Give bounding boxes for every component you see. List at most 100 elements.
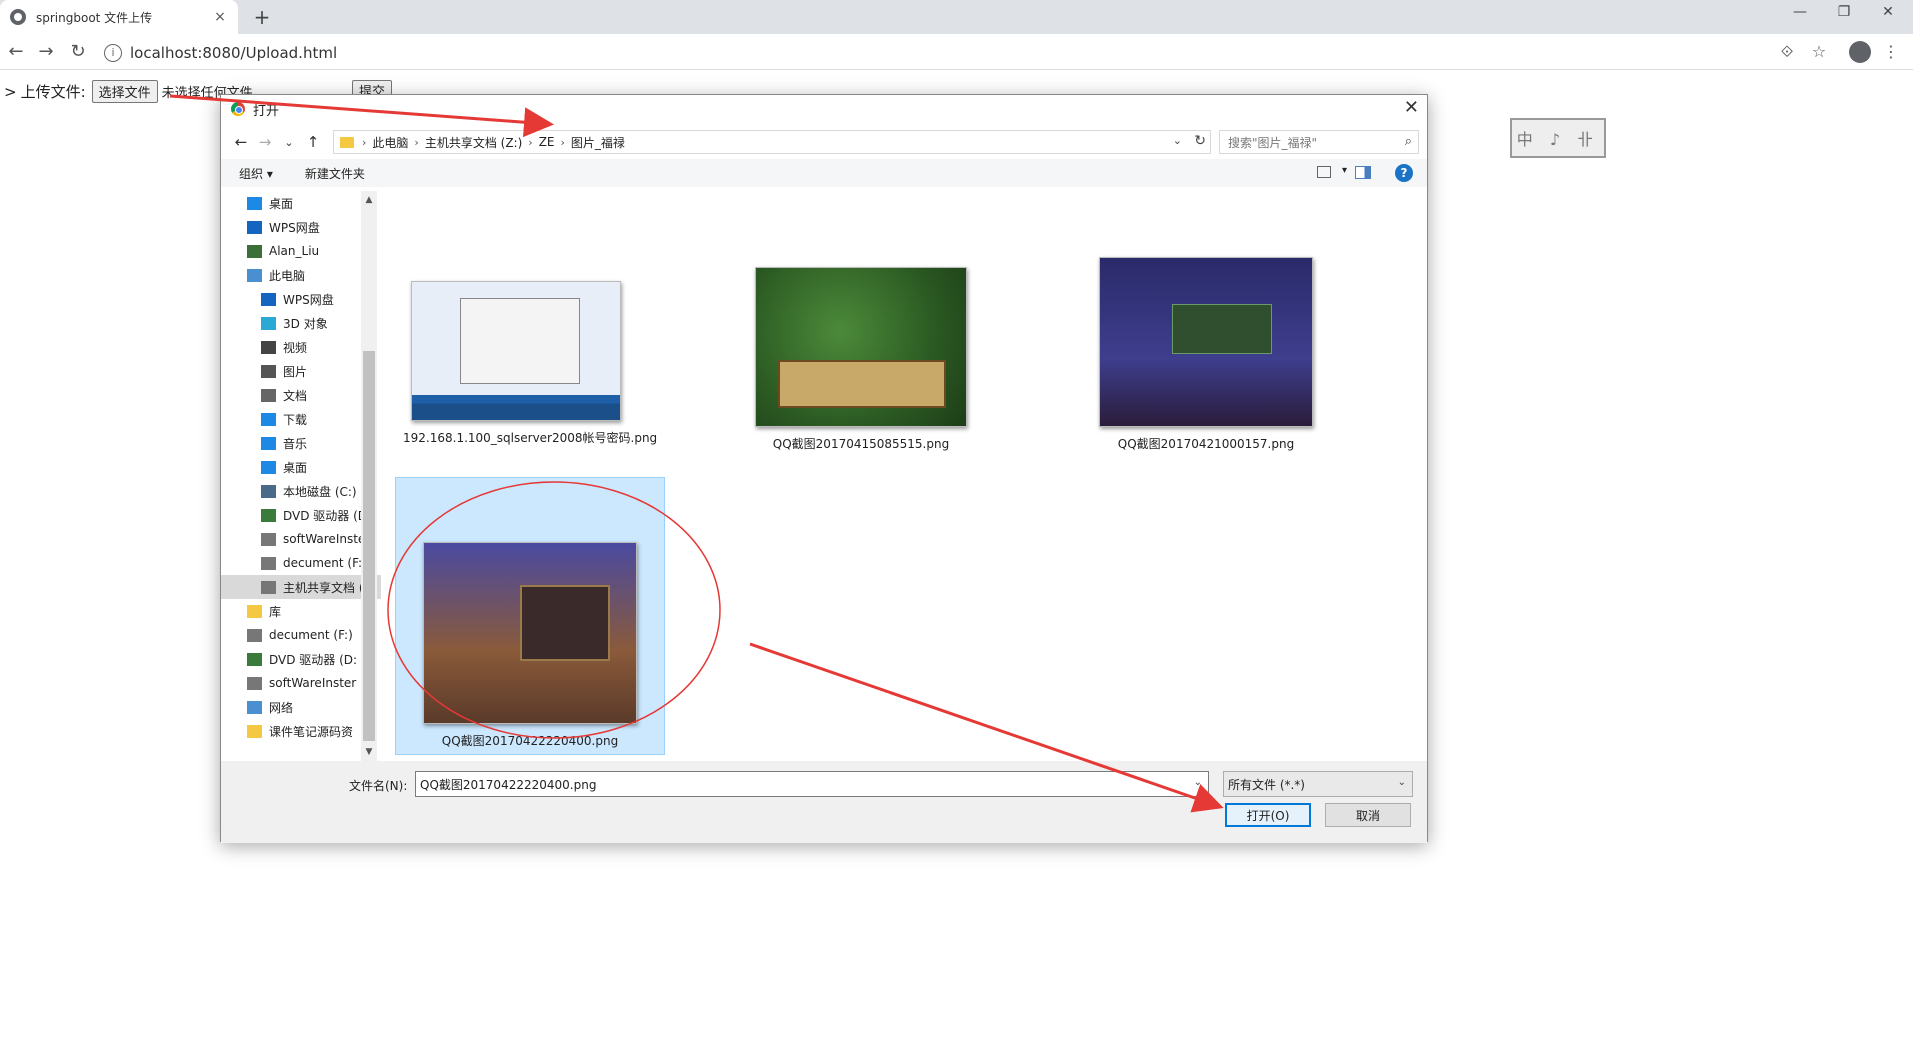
nav-item[interactable]: 本地磁盘 (C:) <box>221 479 381 503</box>
scroll-up-icon[interactable]: ▲ <box>361 195 377 205</box>
scroll-thumb[interactable] <box>363 351 375 741</box>
tab-title: springboot 文件上传 <box>36 10 153 25</box>
nav-item[interactable]: softWareInster <box>221 671 381 695</box>
nav-item[interactable]: 下载 <box>221 407 381 431</box>
recent-locations-icon[interactable]: ⌄ <box>277 136 301 149</box>
nav-scrollbar[interactable]: ▲ ▼ <box>361 191 377 761</box>
file-item[interactable]: QQ截图20170421000157.png <box>1093 257 1319 452</box>
video-icon <box>261 340 276 354</box>
nav-item[interactable]: WPS网盘 <box>221 215 381 239</box>
nav-item[interactable]: 桌面 <box>221 191 381 215</box>
nav-item-label: 桌面 <box>269 196 294 211</box>
breadcrumb-item[interactable]: 此电脑 <box>372 134 408 151</box>
address-bar[interactable]: i localhost:8080/Upload.html <box>104 40 1784 66</box>
file-open-dialog: 打开 ✕ ← → ⌄ ↑ › 此电脑 › 主机共享文档 (Z:) › ZE › … <box>220 94 1428 843</box>
nav-item[interactable]: 网络 <box>221 695 381 719</box>
nav-item[interactable]: 视频 <box>221 335 381 359</box>
back-icon[interactable]: ← <box>4 40 28 64</box>
search-icon[interactable]: ⌕ <box>1405 134 1412 149</box>
new-folder-button[interactable]: 新建文件夹 <box>305 165 365 182</box>
filetype-select[interactable]: 所有文件 (*.*) ⌄ <box>1223 771 1413 797</box>
chevron-down-icon[interactable]: ⌄ <box>1173 134 1182 147</box>
open-button[interactable]: 打开(O) <box>1225 803 1311 827</box>
new-tab-button[interactable]: + <box>250 6 274 28</box>
dialog-title: 打开 <box>253 103 280 119</box>
dialog-back-icon[interactable]: ← <box>229 133 253 151</box>
file-item[interactable]: 192.168.1.100_sqlserver2008帐号密码.png <box>403 281 658 446</box>
refresh-icon[interactable]: ↻ <box>1194 133 1206 149</box>
nav-item[interactable]: DVD 驱动器 (D: <box>221 503 381 527</box>
nav-item-label: 桌面 <box>283 460 308 475</box>
nav-item[interactable]: softWareInste <box>221 527 381 551</box>
site-info-icon[interactable]: i <box>104 44 122 62</box>
minimize-icon[interactable]: — <box>1780 4 1820 20</box>
nav-item[interactable]: 主机共享文档 ( <box>221 575 381 599</box>
nav-item-label: DVD 驱动器 (D: <box>269 652 358 667</box>
nav-item[interactable]: 库 <box>221 599 381 623</box>
nav-item[interactable]: WPS网盘 <box>221 287 381 311</box>
bookmark-star-icon[interactable]: ☆ <box>1808 42 1830 64</box>
computer-icon <box>247 268 262 282</box>
cancel-button[interactable]: 取消 <box>1325 803 1411 827</box>
breadcrumb-item[interactable]: ZE <box>539 135 555 149</box>
organize-button[interactable]: 组织 ▾ <box>239 165 273 182</box>
nav-item[interactable]: 音乐 <box>221 431 381 455</box>
reload-icon[interactable]: ↻ <box>66 40 90 64</box>
nav-item[interactable]: 桌面 <box>221 455 381 479</box>
documents-icon <box>261 388 276 402</box>
breadcrumb-separator: › <box>528 135 533 149</box>
nav-item-label: 文档 <box>283 388 308 403</box>
file-name: QQ截图20170422220400.png <box>441 734 619 748</box>
chevron-down-icon[interactable]: ⌄ <box>1398 777 1406 788</box>
nav-item[interactable]: 图片 <box>221 359 381 383</box>
forward-icon[interactable]: → <box>34 40 58 64</box>
filename-field[interactable]: QQ截图20170422220400.png ⌄ <box>415 771 1209 797</box>
dvd-icon <box>261 508 276 522</box>
desktop-icon <box>247 196 262 210</box>
help-icon[interactable]: ? <box>1395 164 1413 182</box>
nav-item-label: 3D 对象 <box>283 316 328 331</box>
nav-item[interactable]: 课件笔记源码资 <box>221 719 381 743</box>
window-close-icon[interactable]: ✕ <box>1868 4 1908 20</box>
menu-icon[interactable]: ⋮ <box>1880 42 1902 64</box>
url-text[interactable]: localhost:8080/Upload.html <box>130 44 337 62</box>
dialog-forward-icon[interactable]: → <box>253 133 277 151</box>
nav-item[interactable]: Alan_Liu <box>221 239 381 263</box>
scroll-down-icon[interactable]: ▼ <box>361 747 377 757</box>
drive-icon <box>261 580 276 594</box>
up-folder-icon[interactable]: ↑ <box>301 133 325 151</box>
nav-item[interactable]: 此电脑 <box>221 263 381 287</box>
profile-avatar[interactable] <box>1849 41 1871 63</box>
stamp-image: 中 ♪ 卝 <box>1510 118 1606 158</box>
file-name: 192.168.1.100_sqlserver2008帐号密码.png <box>403 431 658 445</box>
preview-pane-icon[interactable] <box>1355 166 1371 179</box>
nav-item[interactable]: 文档 <box>221 383 381 407</box>
restore-icon[interactable]: ❐ <box>1824 4 1864 20</box>
command-bar: 组织 ▾ 新建文件夹 ▾ ? <box>221 159 1427 187</box>
browser-tab[interactable]: springboot 文件上传 × <box>0 0 238 34</box>
search-input[interactable]: 搜索"图片_福禄" ⌕ <box>1219 130 1419 154</box>
music-icon <box>261 436 276 450</box>
breadcrumb[interactable]: › 此电脑 › 主机共享文档 (Z:) › ZE › 图片_福禄 ⌄ ↻ <box>333 130 1211 154</box>
breadcrumb-separator: › <box>362 135 367 149</box>
nav-item[interactable]: decument (F:) <box>221 623 381 647</box>
file-item-selected[interactable]: QQ截图20170422220400.png <box>395 477 665 755</box>
file-item[interactable]: QQ截图20170415085515.png <box>748 267 974 452</box>
user-icon <box>247 244 262 258</box>
breadcrumb-item[interactable]: 图片_福禄 <box>571 134 625 151</box>
file-thumbnail <box>1099 257 1313 427</box>
chevron-down-icon[interactable]: ⌄ <box>1194 777 1202 788</box>
nav-item-label: 库 <box>269 604 282 619</box>
breadcrumb-separator: › <box>414 135 419 149</box>
dialog-close-icon[interactable]: ✕ <box>1404 97 1419 118</box>
translate-icon[interactable]: ⟐ <box>1776 42 1798 64</box>
tab-close-icon[interactable]: × <box>212 9 228 25</box>
nav-item[interactable]: 3D 对象 <box>221 311 381 335</box>
nav-item-label: 主机共享文档 ( <box>283 580 364 595</box>
nav-item[interactable]: DVD 驱动器 (D: <box>221 647 381 671</box>
view-icon[interactable] <box>1317 166 1331 178</box>
breadcrumb-item[interactable]: 主机共享文档 (Z:) <box>425 134 522 151</box>
view-dropdown-icon[interactable]: ▾ <box>1342 165 1347 176</box>
choose-file-button[interactable]: 选择文件 <box>91 80 158 103</box>
nav-item[interactable]: decument (F:) <box>221 551 381 575</box>
